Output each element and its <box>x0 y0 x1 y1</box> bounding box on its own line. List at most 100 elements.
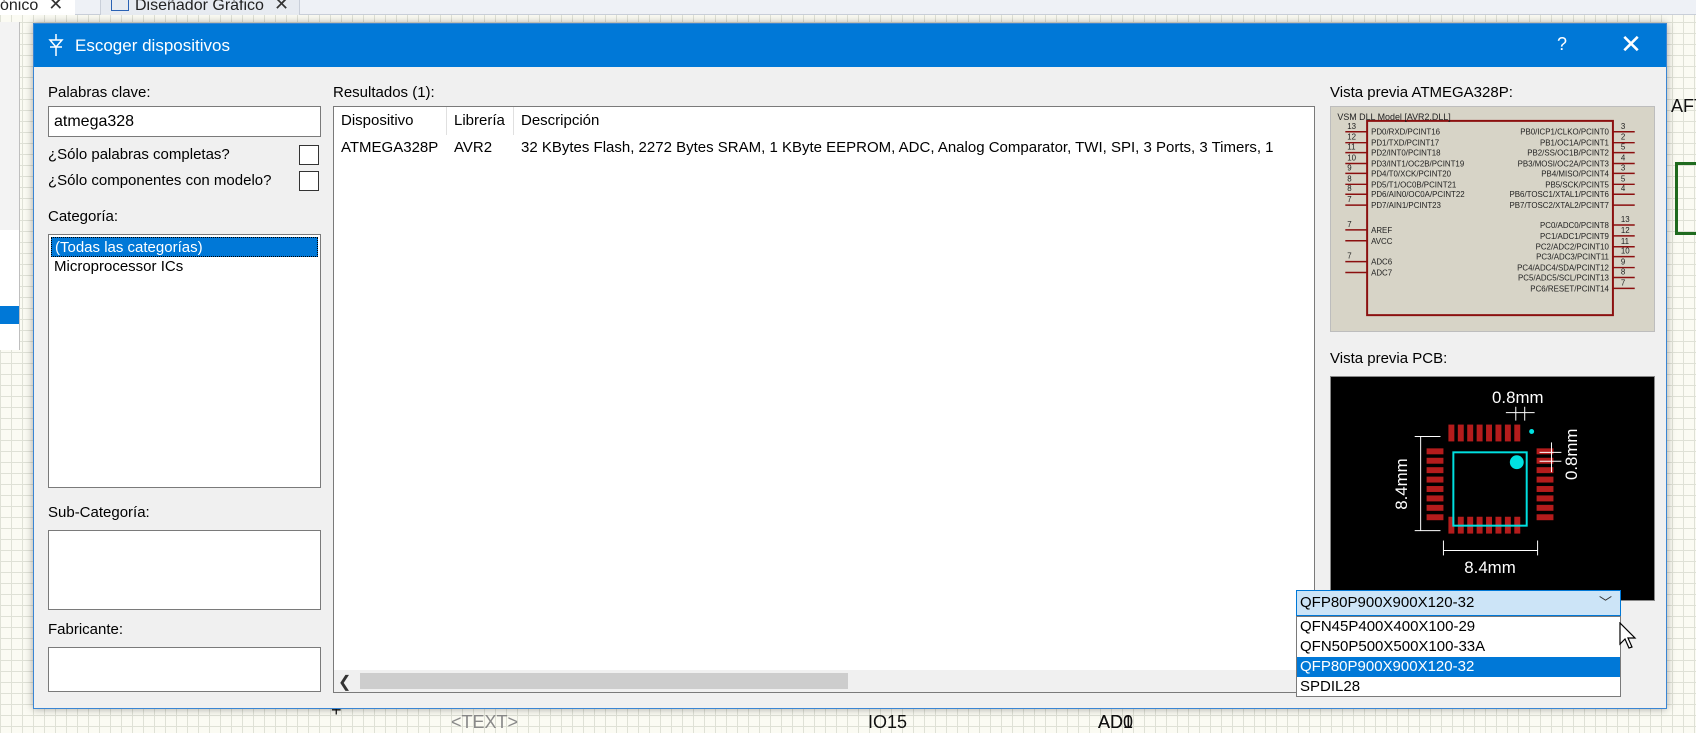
pin-name: PD4/T0/XCK/PCINT20 <box>1371 169 1452 178</box>
dim-right-label: 0.8mm <box>1562 429 1581 480</box>
pin-number: 11 <box>1621 237 1630 246</box>
close-tab-icon[interactable]: ✕ <box>274 0 289 14</box>
keywords-input[interactable] <box>48 106 321 137</box>
package-select[interactable]: QFP80P900X900X120-32 ﹀ <box>1296 590 1621 616</box>
whole-words-label: ¿Sólo palabras completas? <box>48 146 230 163</box>
package-option[interactable]: QFP80P900X900X120-32 <box>1297 657 1620 677</box>
dim-left-label: 8.4mm <box>1392 458 1411 509</box>
pcb-pad <box>1536 467 1554 474</box>
manufacturer-label: Fabricante: <box>48 621 124 638</box>
pin-number: 3 <box>1621 163 1626 172</box>
horizontal-scrollbar[interactable]: ❮ ❯ <box>334 670 1314 692</box>
schematic-text: AFT <box>1671 96 1696 116</box>
package-option[interactable]: QFN45P400X400X100-29 <box>1297 617 1620 637</box>
pcb-pad <box>1426 486 1444 492</box>
document-tab-strip: ónico ✕ Diseñador Gráfico ✕ <box>0 0 1696 15</box>
pin-number: 7 <box>1621 278 1625 287</box>
category-item[interactable]: (Todas las categorías) <box>51 237 318 257</box>
results-table[interactable]: Dispositivo Librería Descripción ATMEGA3… <box>333 106 1315 693</box>
pin-number: 13 <box>1347 122 1356 131</box>
scroll-left-icon[interactable]: ❮ <box>338 672 351 692</box>
pin-name: AREF <box>1371 226 1392 235</box>
column-header-description[interactable]: Descripción <box>514 107 1314 135</box>
package-option[interactable]: SPDIL28 <box>1297 677 1620 697</box>
pcb-pad <box>1536 504 1554 511</box>
dim-bottom-label: 8.4mm <box>1464 558 1515 577</box>
pin-number: 12 <box>1621 226 1630 235</box>
results-label: Resultados (1): <box>333 84 435 101</box>
pcb-pad <box>1457 424 1464 442</box>
pin-name: PD3/INT1/OC2B/PCINT19 <box>1371 159 1465 168</box>
pin-name: PB4/MISO/PCINT4 <box>1541 169 1609 178</box>
tab-graph-label: Diseñador Gráfico <box>135 0 264 14</box>
left-panel <box>0 230 20 350</box>
pcb-pad <box>1536 514 1554 521</box>
close-tab-icon[interactable]: ✕ <box>48 0 63 14</box>
dialog-titlebar[interactable]: Escoger dispositivos ? ✕ <box>34 24 1666 67</box>
pin-name: PD5/T1/OC0B/PCINT21 <box>1371 180 1457 189</box>
schematic-preview: VSM DLL Model [AVR2.DLL] 13 PD0/RXD/PCINT… <box>1330 106 1655 332</box>
tab-schematic[interactable]: ónico ✕ <box>0 0 76 15</box>
pin-name: PC2/ADC2/PCINT10 <box>1536 243 1610 252</box>
mouse-cursor-icon <box>1619 622 1637 649</box>
close-button[interactable]: ✕ <box>1616 30 1646 58</box>
pcb-preview: 0.8mm 8.4mm 8.4mm 0.8mm <box>1330 376 1655 601</box>
pin-name: PD0/RXD/PCINT16 <box>1371 128 1441 137</box>
pin-name: PC3/ADC3/PCINT11 <box>1536 253 1609 262</box>
schematic-preview-label: Vista previa ATMEGA328P: <box>1330 84 1513 101</box>
pin1-marker <box>1509 455 1524 470</box>
cell-description: 32 KBytes Flash, 2272 Bytes SRAM, 1 KByt… <box>521 139 1274 156</box>
pin-number: 12 <box>1347 133 1356 142</box>
pcb-pad <box>1426 467 1444 474</box>
pcb-preview-label: Vista previa PCB: <box>1330 350 1448 367</box>
subcategory-list[interactable] <box>48 530 321 610</box>
canvas-pin-label: AD1 <box>1098 712 1134 732</box>
pad-row-top <box>1448 424 1521 442</box>
pin-name: PD7/AIN1/PCINT23 <box>1371 201 1441 210</box>
manufacturer-list[interactable] <box>48 647 321 692</box>
pin-number: 5 <box>1621 174 1626 183</box>
pcb-pad <box>1426 504 1444 511</box>
with-model-checkbox[interactable] <box>299 171 319 191</box>
pin-name: PB3/MOSI/OC2A/PCINT3 <box>1518 159 1610 168</box>
pin-number: 7 <box>1347 195 1351 204</box>
pin-name: ADC7 <box>1371 268 1392 277</box>
dim-top-label: 0.8mm <box>1492 388 1543 407</box>
pin-name: PB2/SS/OC1B/PCINT2 <box>1527 149 1609 158</box>
pcb-pad <box>1536 476 1554 483</box>
pcb-pad <box>1476 424 1483 442</box>
pcb-pad <box>1426 457 1444 464</box>
pcb-pad <box>1426 476 1444 483</box>
scrollbar-thumb[interactable] <box>360 673 848 689</box>
pin-number: 8 <box>1621 268 1626 277</box>
pin-number: 7 <box>1347 220 1351 229</box>
pin-name: AVCC <box>1371 237 1393 246</box>
column-header-device[interactable]: Dispositivo <box>334 107 447 135</box>
schematic-wire <box>1675 232 1696 235</box>
package-dropdown-list[interactable]: QFN45P400X400X100-29 QFN50P500X500X100-3… <box>1296 616 1621 697</box>
category-item[interactable]: Microprocessor ICs <box>51 257 318 277</box>
pcb-pad <box>1495 424 1502 442</box>
pin-name: PD1/TXD/PCINT17 <box>1371 139 1439 148</box>
keywords-label: Palabras clave: <box>48 84 151 101</box>
pcb-pad <box>1467 424 1474 442</box>
pin-number: 4 <box>1621 154 1626 163</box>
package-option[interactable]: QFN50P500X500X100-33A <box>1297 637 1620 657</box>
pin-number: 3 <box>1621 122 1626 131</box>
tab-graph-designer[interactable]: Diseñador Gráfico ✕ <box>100 0 301 15</box>
pin-name: PC5/ADC5/SCL/PCINT13 <box>1518 273 1610 282</box>
pin-name: PC4/ADC4/SDA/PCINT12 <box>1517 264 1609 273</box>
column-header-library[interactable]: Librería <box>447 107 514 135</box>
category-list[interactable]: (Todas las categorías) Microprocessor IC… <box>48 234 321 488</box>
pcb-pad <box>1514 424 1521 442</box>
whole-words-checkbox[interactable] <box>299 145 319 165</box>
pin-number: 10 <box>1621 247 1630 256</box>
pcb-pad <box>1504 424 1511 442</box>
pcb-pad <box>1426 448 1444 455</box>
pin-name: PC0/ADC0/PCINT8 <box>1540 221 1610 230</box>
dialog-title: Escoger dispositivos <box>75 36 230 55</box>
pin-name: PB7/TOSC2/XTAL2/PCINT7 <box>1510 201 1609 210</box>
package-select-value: QFP80P900X900X120-32 <box>1300 594 1475 611</box>
chevron-down-icon[interactable]: ﹀ <box>1599 591 1612 615</box>
help-button[interactable]: ? <box>1550 34 1574 55</box>
